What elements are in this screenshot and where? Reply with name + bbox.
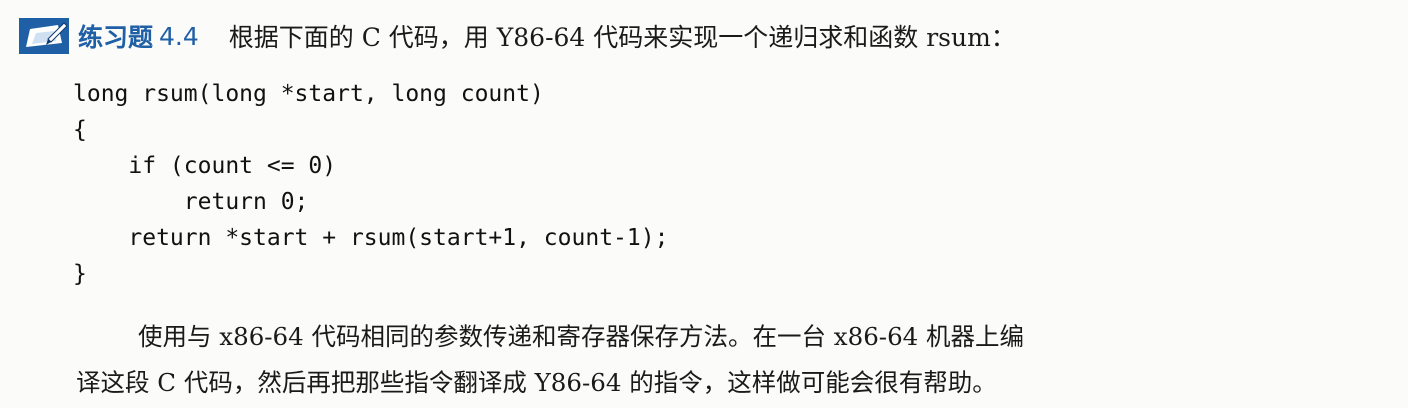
paragraph-text: 使用与 x86-64 代码相同的参数传递和寄存器保存方法。在一台 x86-64 … [138,322,1025,351]
code-line: return 0; [73,189,309,215]
paragraph-text: 译这段 C 代码，然后再把那些指令翻译成 Y86-64 的指令，这样做可能会很有… [76,368,997,397]
exercise-label: 练习题 [78,23,154,52]
code-line: } [73,261,87,287]
code-line: long rsum(long *start, long count) [73,81,544,107]
paragraph-line: 译这段 C 代码，然后再把那些指令翻译成 Y86-64 的指令，这样做可能会很有… [76,360,1376,406]
exercise-header: 练习题 4.4 根据下面的 C 代码，用 Y86-64 代码来实现一个递归求和函… [18,14,1016,58]
code-line: if (count <= 0) [73,153,337,179]
exercise-prompt: 根据下面的 C 代码，用 Y86-64 代码来实现一个递归求和函数 rsum： [228,23,1016,52]
code-line: return *start + rsum(start+1, count-1); [73,225,669,251]
pencil-paper-icon [18,17,70,55]
exercise-number: 4.4 [159,21,199,51]
explanation-paragraph: 使用与 x86-64 代码相同的参数传递和寄存器保存方法。在一台 x86-64 … [76,314,1376,406]
code-block: long rsum(long *start, long count) { if … [73,76,668,292]
paragraph-line: 使用与 x86-64 代码相同的参数传递和寄存器保存方法。在一台 x86-64 … [76,314,1376,360]
code-line: { [73,117,87,143]
